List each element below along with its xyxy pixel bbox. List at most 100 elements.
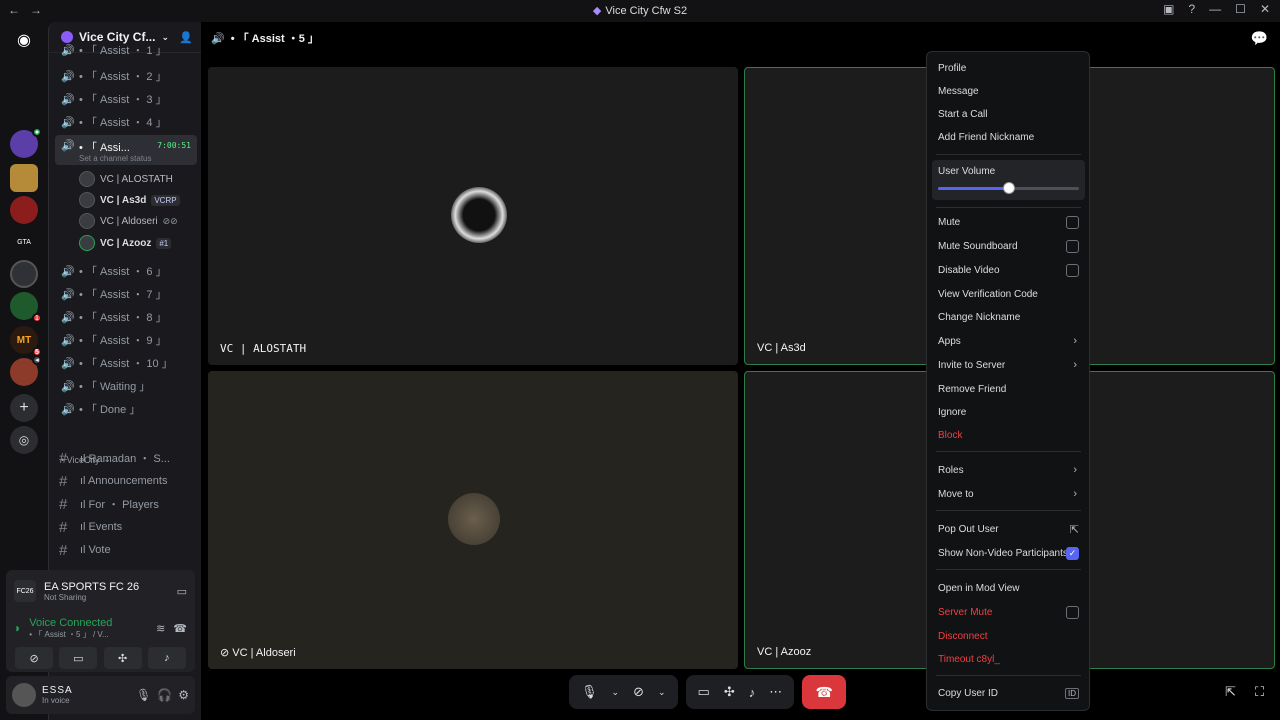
minimize-icon[interactable]: — — [1209, 2, 1221, 16]
hang-up-button[interactable]: ☎ — [802, 675, 847, 709]
channel-status[interactable]: Set a channel status — [79, 154, 152, 163]
voice-channel-7[interactable]: 🔊 • 「 Assist ・ 7 」 — [55, 283, 197, 305]
text-channel[interactable]: # ıl Vote — [59, 539, 197, 561]
voice-user[interactable]: VC | As3d VCRP — [79, 190, 180, 210]
menu-pop-out[interactable]: Pop Out User ⇱ — [932, 518, 1085, 540]
voice-channel-6[interactable]: 🔊 • 「 Assist ・ 6 」 — [55, 260, 197, 282]
more-icon[interactable]: ⋯ — [769, 684, 782, 700]
activities-icon[interactable]: ✣ — [724, 684, 735, 700]
signal-icon[interactable]: ◗ — [14, 621, 21, 635]
speaker-icon: 🔊 — [61, 380, 75, 393]
server-icon-5[interactable] — [10, 260, 38, 288]
avatar — [79, 213, 95, 229]
pop-out-icon[interactable]: ⇱ — [1225, 684, 1236, 700]
screen-share-icon[interactable]: ▭ — [698, 684, 710, 700]
menu-timeout[interactable]: Timeout c8yl_ — [932, 648, 1085, 670]
menu-server-mute[interactable]: Server Mute — [932, 601, 1085, 623]
speaker-icon: 🔊 — [61, 93, 75, 106]
menu-disconnect[interactable]: Disconnect — [932, 625, 1085, 647]
close-icon[interactable]: ✕ — [1260, 2, 1270, 16]
soundboard-icon[interactable]: ♪ — [749, 685, 756, 700]
voice-channel-9[interactable]: 🔊 • 「 Assist ・ 9 」 — [55, 329, 197, 351]
avatar[interactable] — [12, 683, 36, 707]
server-icon-2[interactable] — [10, 164, 38, 192]
participant-tile[interactable]: VC | ALOSTATH — [208, 67, 738, 365]
chevron-down-icon[interactable]: ⌄ — [612, 687, 620, 698]
maximize-icon[interactable]: ☐ — [1235, 2, 1246, 16]
inbox-icon[interactable]: ▣ — [1163, 2, 1174, 16]
menu-disable-video[interactable]: Disable Video — [932, 259, 1085, 281]
server-icon-7[interactable]: MT 5 — [10, 326, 42, 357]
screen-share-icon[interactable]: ▭ — [177, 585, 187, 598]
menu-mute[interactable]: Mute — [932, 211, 1085, 233]
discover-icon[interactable]: ◎ — [10, 426, 38, 454]
microphone-icon[interactable]: 🎙 — [581, 684, 598, 700]
volume-handle[interactable] — [1002, 182, 1015, 194]
voice-channel-8[interactable]: 🔊 • 「 Assist ・ 8 」 — [55, 306, 197, 328]
text-channel[interactable]: # ıl Ramadan ・ S... — [59, 447, 197, 469]
disable-video-checkbox[interactable] — [1066, 263, 1079, 277]
participant-tile[interactable]: ⊘ VC | Aldoseri — [208, 371, 738, 669]
camera-off-button[interactable]: ⊘ — [15, 647, 54, 669]
volume-slider[interactable] — [938, 182, 1079, 194]
divider — [936, 675, 1081, 676]
menu-apps[interactable]: Apps › — [932, 330, 1085, 352]
server-mute-checkbox[interactable] — [1066, 605, 1079, 619]
server-icon-6[interactable]: 1 — [10, 292, 42, 323]
noise-suppression-icon[interactable]: ≋ — [156, 622, 165, 635]
discord-home-icon[interactable]: ◉ — [10, 26, 38, 54]
text-channel[interactable]: # ıl For ・ Players — [59, 493, 197, 515]
soundboard-button[interactable]: ♪ — [147, 647, 186, 669]
add-member-icon[interactable]: 👤 — [179, 31, 193, 44]
chat-icon[interactable]: 💬 — [1251, 30, 1268, 47]
server-icon-vicecity[interactable]: ● — [10, 127, 42, 158]
voice-channel-1[interactable]: 🔊 • 「 Assist ・ 1 」 — [55, 44, 197, 57]
voice-channel-10[interactable]: 🔊 • 「 Assist ・ 10 」 — [55, 352, 197, 374]
menu-start-call[interactable]: Start a Call — [932, 103, 1085, 125]
voice-user[interactable]: VC | Azooz #1 — [79, 233, 172, 253]
menu-add-nickname[interactable]: Add Friend Nickname — [932, 126, 1085, 148]
settings-icon[interactable]: ⚙ — [178, 688, 189, 702]
menu-copy-user-id[interactable]: Copy User ID ID — [932, 682, 1085, 704]
menu-mute-soundboard[interactable]: Mute Soundboard — [932, 235, 1085, 257]
activities-button[interactable]: ✣ — [103, 647, 142, 669]
menu-block[interactable]: Block — [932, 424, 1085, 446]
show-non-video-checkbox[interactable]: ✓ — [1066, 546, 1079, 560]
menu-view-verification[interactable]: View Verification Code — [932, 283, 1085, 305]
headphones-icon[interactable]: 🎧 — [157, 688, 172, 702]
chevron-right-icon: › — [1073, 464, 1077, 476]
mute-checkbox[interactable] — [1066, 215, 1079, 229]
voice-channel-done[interactable]: 🔊 • 「 Done 」 — [55, 398, 197, 420]
menu-show-non-video[interactable]: Show Non-Video Participants ✓ — [932, 542, 1085, 564]
server-icon-4[interactable]: GTA — [10, 228, 38, 256]
menu-ignore[interactable]: Ignore — [932, 401, 1085, 423]
menu-change-nickname[interactable]: Change Nickname — [932, 306, 1085, 328]
chevron-down-icon[interactable]: ⌄ — [658, 687, 666, 698]
voice-channel-3[interactable]: 🔊 • 「 Assist ・ 3 」 — [55, 88, 197, 110]
text-channel[interactable]: # ıl Events — [59, 516, 197, 538]
microphone-icon[interactable]: 🎙 — [136, 688, 151, 702]
menu-move-to[interactable]: Move to › — [932, 483, 1085, 505]
help-icon[interactable]: ? — [1188, 2, 1195, 16]
menu-invite[interactable]: Invite to Server › — [932, 354, 1085, 376]
voice-user[interactable]: VC | Aldoseri ⊘⊘ — [79, 211, 178, 231]
server-icon-8[interactable]: ◂ — [10, 355, 42, 386]
camera-off-icon[interactable]: ⊘ — [633, 684, 644, 700]
screen-share-button[interactable]: ▭ — [59, 647, 98, 669]
menu-roles[interactable]: Roles › — [932, 459, 1085, 481]
voice-user[interactable]: VC | ALOSTATH — [79, 169, 173, 189]
voice-channel-2[interactable]: 🔊 • 「 Assist ・ 2 」 — [55, 65, 197, 87]
server-icon-3[interactable] — [10, 196, 38, 224]
voice-channel-waiting[interactable]: 🔊 • 「 Waiting 」 — [55, 375, 197, 397]
menu-remove-friend[interactable]: Remove Friend — [932, 378, 1085, 400]
menu-mod-view[interactable]: Open in Mod View — [932, 577, 1085, 599]
menu-message[interactable]: Message — [932, 80, 1085, 102]
menu-profile[interactable]: Profile — [932, 57, 1085, 79]
fullscreen-icon[interactable]: ⛶ — [1255, 684, 1264, 700]
voice-channel-5[interactable]: 🔊 • 「 Assi... 7:00:51 Set a channel stat… — [55, 135, 197, 165]
text-channel[interactable]: # ıl Announcements — [59, 470, 197, 492]
mute-soundboard-checkbox[interactable] — [1066, 239, 1079, 253]
disconnect-icon[interactable]: ☎ — [173, 622, 187, 635]
add-server-icon[interactable]: + — [10, 394, 38, 422]
voice-channel-4[interactable]: 🔊 • 「 Assist ・ 4 」 — [55, 111, 197, 133]
